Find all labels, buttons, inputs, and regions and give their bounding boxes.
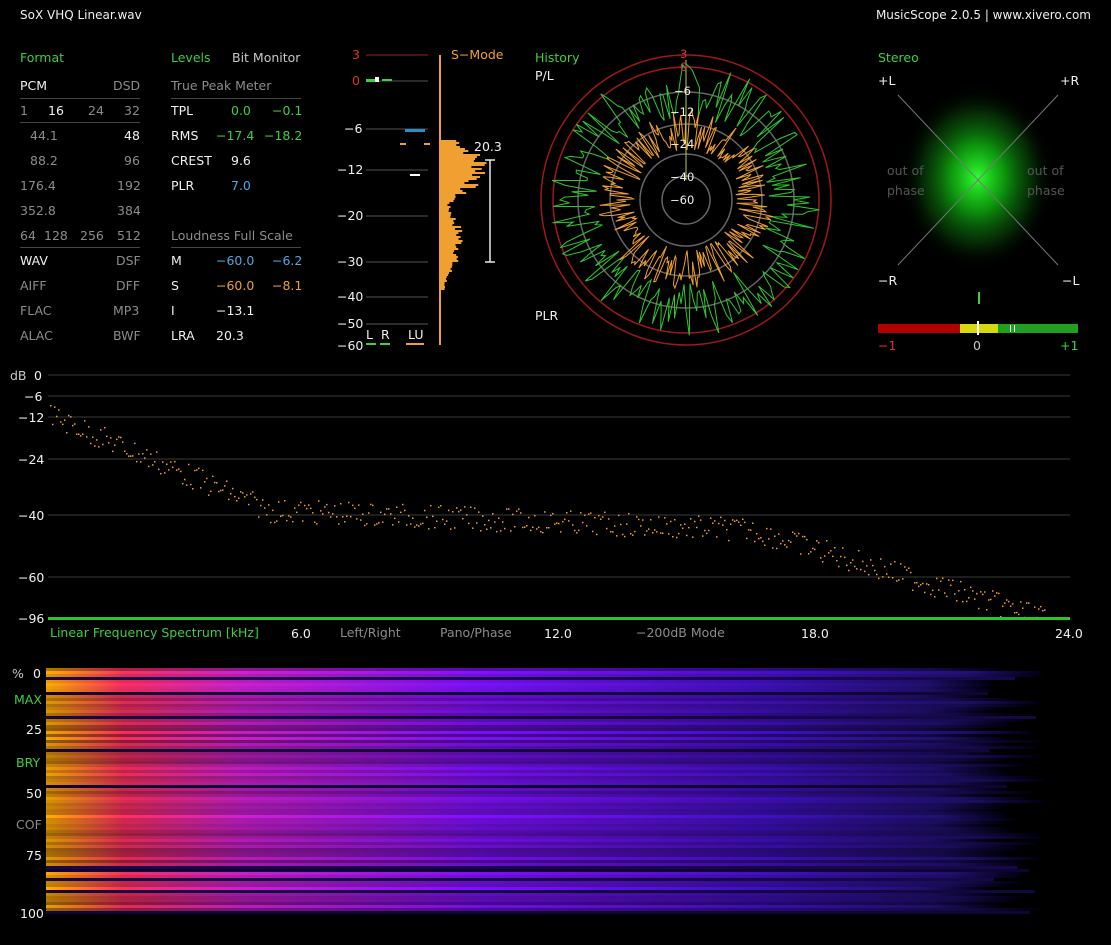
spectrogram (46, 668, 1046, 914)
